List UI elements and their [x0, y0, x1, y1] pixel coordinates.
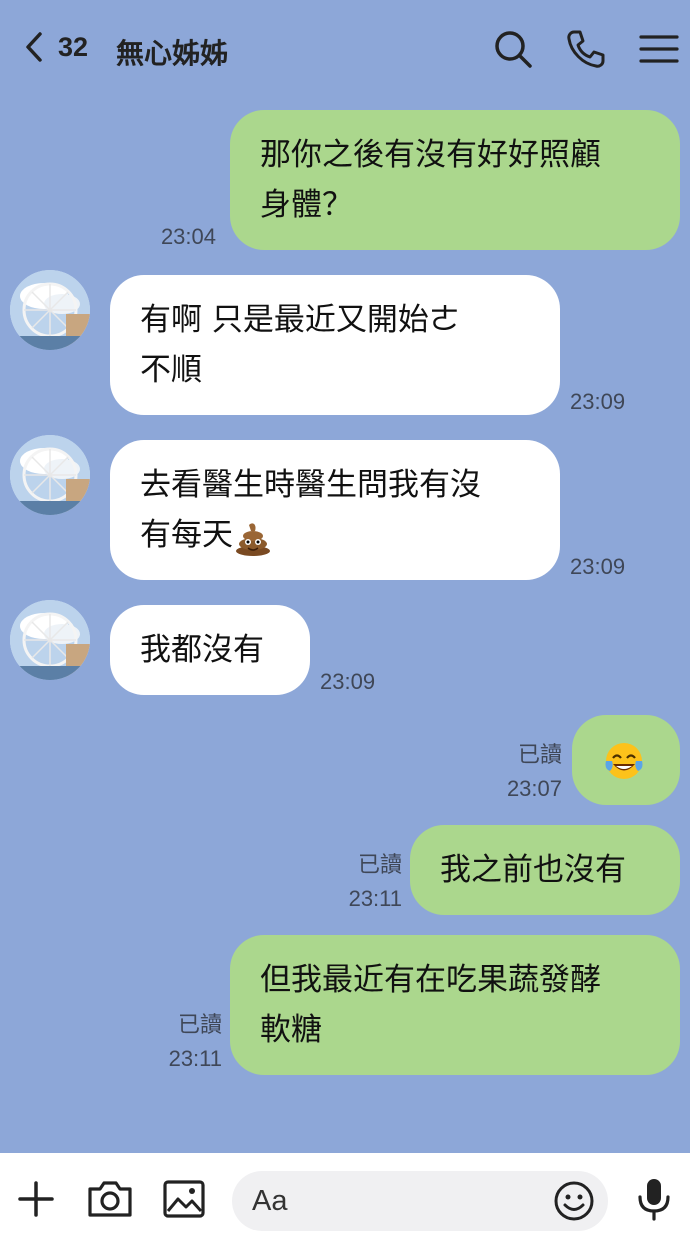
their-message-bubble[interactable]: 去看醫生時醫生問我有沒 有每天: [110, 440, 560, 580]
message-line: 不順: [140, 352, 202, 388]
poop-emoji-icon: [236, 522, 270, 556]
message-list[interactable]: 23:04 那你之後有沒有好好照顧 身體？ 有啊 只是最近又開始ㄜ 不順 23:…: [0, 100, 690, 1153]
ferris-wheel-avatar-image: [10, 600, 90, 680]
contact-avatar[interactable]: [10, 270, 90, 350]
search-icon[interactable]: [492, 28, 534, 70]
chevron-left-icon: [26, 32, 42, 62]
ferris-wheel-avatar-image: [10, 270, 90, 350]
message-line: 但我最近有在吃果蔬發酵: [260, 962, 601, 998]
message-time: 23:09: [570, 554, 626, 579]
message-time: 23:09: [570, 389, 626, 414]
message-line: 我之前也沒有: [440, 852, 626, 888]
my-message-bubble[interactable]: [572, 715, 680, 805]
plus-icon[interactable]: [12, 1175, 60, 1223]
message-meta: 23:09: [570, 550, 650, 584]
contact-avatar[interactable]: [10, 600, 90, 680]
message-text: 有每天: [140, 517, 233, 553]
my-message-bubble[interactable]: 那你之後有沒有好好照顧 身體？: [230, 110, 680, 250]
message-line: 身體？: [260, 187, 353, 223]
contact-avatar[interactable]: [10, 435, 90, 515]
message-meta: 已讀 23:07: [470, 738, 562, 806]
message-input[interactable]: [252, 1184, 532, 1218]
microphone-icon[interactable]: [630, 1175, 678, 1223]
message-meta: 23:09: [570, 385, 650, 419]
unread-count: 32: [58, 31, 89, 62]
message-line: 有每天: [140, 510, 530, 560]
message-line: 去看醫生時醫生問我有沒: [140, 467, 481, 503]
my-message-bubble[interactable]: 但我最近有在吃果蔬發酵 軟糖: [230, 935, 680, 1075]
message-time: 23:11: [348, 886, 402, 911]
chat-header: 32 無心姊姊: [0, 0, 690, 100]
message-meta: 23:04: [140, 220, 216, 254]
my-message-bubble[interactable]: 我之前也沒有: [410, 825, 680, 915]
emoji-icon[interactable]: [552, 1179, 596, 1223]
read-receipt: 已讀: [517, 742, 562, 767]
image-icon[interactable]: [160, 1175, 208, 1223]
message-meta: 23:09: [320, 665, 400, 699]
message-time: 23:04: [160, 224, 216, 249]
message-line: 我都沒有: [140, 632, 264, 668]
message-time: 23:07: [506, 776, 562, 801]
back-button[interactable]: 32: [22, 30, 88, 64]
message-time: 23:09: [320, 669, 376, 694]
message-meta: 已讀 23:11: [310, 848, 402, 916]
message-time: 23:11: [168, 1046, 222, 1071]
chat-title: 無心姊姊: [116, 37, 229, 70]
message-line: 那你之後有沒有好好照顧: [260, 137, 601, 173]
message-line: 軟糖: [260, 1012, 322, 1048]
ferris-wheel-avatar-image: [10, 435, 90, 515]
menu-icon[interactable]: [638, 28, 680, 70]
read-receipt: 已讀: [357, 852, 402, 877]
message-meta: 已讀 23:11: [130, 1008, 222, 1076]
their-message-bubble[interactable]: 我都沒有: [110, 605, 310, 695]
camera-icon[interactable]: [86, 1175, 134, 1223]
tears-of-joy-emoji-icon: [605, 743, 643, 779]
message-input-bar: [0, 1153, 690, 1247]
read-receipt: 已讀: [177, 1012, 222, 1037]
message-input-container[interactable]: [232, 1171, 608, 1231]
phone-icon[interactable]: [565, 28, 607, 70]
their-message-bubble[interactable]: 有啊 只是最近又開始ㄜ 不順: [110, 275, 560, 415]
message-line: 有啊 只是最近又開始ㄜ: [140, 302, 460, 338]
